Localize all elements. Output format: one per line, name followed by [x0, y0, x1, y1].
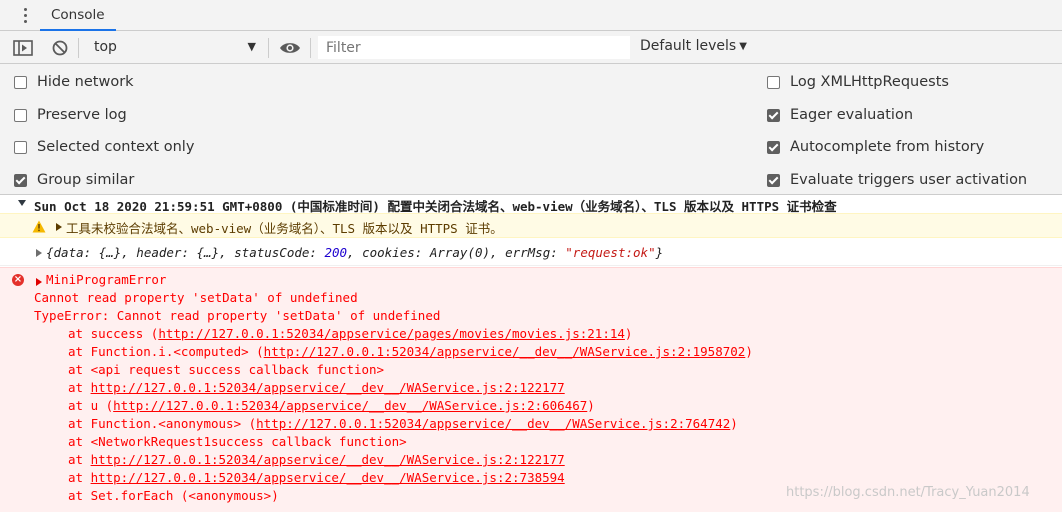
setting-label: Log XMLHttpRequests [790, 74, 949, 90]
stack-line: at http://127.0.0.1:52034/appservice/__d… [68, 380, 565, 395]
setting-label: Selected context only [37, 139, 195, 155]
console-settings-pane: Hide network Preserve log Selected conte… [0, 64, 1062, 195]
dropdown-arrow-icon: ▼ [247, 40, 256, 53]
stack-line: at success (http://127.0.0.1:52034/appse… [68, 326, 633, 341]
expand-arrow-icon[interactable] [56, 223, 62, 231]
log-levels-label: Default levels [640, 38, 737, 54]
context-selector[interactable]: top ▼ [86, 31, 264, 64]
setting-label: Hide network [37, 74, 134, 90]
context-value: top [94, 39, 117, 55]
error-icon: × [12, 274, 24, 286]
eye-icon[interactable] [276, 31, 304, 64]
console-messages: Sun Oct 18 2020 21:59:51 GMT+0800 (中国标准时… [0, 196, 1062, 512]
setting-label: Evaluate triggers user activation [790, 172, 1028, 188]
console-toolbar: top ▼ Default levels▼ [0, 31, 1062, 64]
filter-input[interactable] [318, 36, 630, 59]
source-link[interactable]: http://127.0.0.1:52034/appservice/pages/… [158, 326, 625, 341]
setting-label: Preserve log [37, 107, 127, 123]
toolbar-divider [268, 38, 269, 58]
stack-line: at Function.<anonymous> (http://127.0.0.… [68, 416, 738, 431]
source-link[interactable]: http://127.0.0.1:52034/appservice/__dev_… [91, 470, 565, 485]
more-options-icon[interactable] [18, 6, 34, 26]
warning-icon [32, 220, 46, 237]
object-preview-text: } [655, 245, 664, 260]
checkbox[interactable] [767, 108, 780, 122]
warning-message: 工具未校验合法域名、web-view（业务域名）、TLS 版本以及 HTTPS … [0, 213, 1062, 238]
clear-console-icon[interactable] [48, 31, 72, 64]
tab-console[interactable]: Console [40, 0, 116, 31]
setting-hide-network[interactable]: Hide network [14, 72, 134, 92]
stack-line: at http://127.0.0.1:52034/appservice/__d… [68, 452, 565, 467]
checkbox[interactable] [14, 173, 27, 187]
log-message-object: {data: {…}, header: {…}, statusCode: 200… [0, 239, 1062, 266]
setting-preserve-log[interactable]: Preserve log [14, 105, 127, 125]
console-group-header[interactable]: Sun Oct 18 2020 21:59:51 GMT+0800 (中国标准时… [0, 196, 1062, 214]
chevron-down-icon: ▼ [739, 41, 747, 52]
source-link[interactable]: http://127.0.0.1:52034/appservice/__dev_… [256, 416, 730, 431]
status-code-value: 200 [324, 245, 348, 260]
stack-line: at u (http://127.0.0.1:52034/appservice/… [68, 398, 595, 413]
object-preview-text: {data: {…}, header: {…}, statusCode: [46, 245, 325, 260]
setting-autocomplete-from-history[interactable]: Autocomplete from history [767, 137, 984, 157]
checkbox[interactable] [767, 140, 780, 154]
show-sidebar-icon[interactable] [10, 31, 36, 64]
toolbar-divider [78, 38, 79, 58]
stack-line: TypeError: Cannot read property 'setData… [34, 308, 441, 323]
setting-selected-context-only[interactable]: Selected context only [14, 137, 194, 157]
setting-label: Autocomplete from history [790, 139, 985, 155]
source-link[interactable]: http://127.0.0.1:52034/appservice/__dev_… [91, 452, 565, 467]
error-title[interactable]: MiniProgramError [46, 271, 166, 289]
object-preview-text: , cookies: Array(0), errMsg: [347, 245, 566, 260]
err-msg-value: "request:ok" [565, 245, 656, 260]
setting-label: Group similar [37, 172, 135, 188]
setting-group-similar[interactable]: Group similar [14, 170, 134, 190]
setting-log-xmlhttprequests[interactable]: Log XMLHttpRequests [767, 72, 949, 92]
setting-evaluate-triggers-user-activation[interactable]: Evaluate triggers user activation [767, 170, 1027, 190]
stack-line: at Function.i.<computed> (http://127.0.0… [68, 344, 753, 359]
checkbox[interactable] [767, 173, 780, 187]
checkbox[interactable] [14, 108, 27, 122]
error-message: × MiniProgramError Cannot read property … [0, 267, 1062, 512]
warning-text: 工具未校验合法域名、web-view（业务域名）、TLS 版本以及 HTTPS … [66, 221, 503, 236]
stack-line: at <api request success callback functio… [68, 362, 385, 377]
checkbox[interactable] [14, 75, 27, 89]
source-link[interactable]: http://127.0.0.1:52034/appservice/__dev_… [264, 344, 746, 359]
stack-line: Cannot read property 'setData' of undefi… [34, 290, 358, 305]
stack-line: at <NetworkRequest1success callback func… [68, 434, 407, 449]
stack-line: at Set.forEach (<anonymous>) [68, 488, 279, 503]
setting-eager-evaluation[interactable]: Eager evaluation [767, 105, 913, 125]
drawer-tabbar: Console [0, 0, 1062, 31]
expand-arrow-icon[interactable] [18, 200, 26, 206]
checkbox[interactable] [767, 75, 780, 89]
log-levels-dropdown[interactable]: Default levels ▼ [640, 38, 747, 54]
watermark: https://blog.csdn.net/Tracy_Yuan2014 [786, 485, 1030, 500]
expand-arrow-icon[interactable] [36, 278, 42, 286]
toolbar-divider [310, 38, 311, 58]
source-link[interactable]: http://127.0.0.1:52034/appservice/__dev_… [91, 380, 565, 395]
expand-arrow-icon[interactable] [36, 249, 42, 257]
object-preview[interactable]: {data: {…}, header: {…}, statusCode: 200… [46, 245, 663, 260]
stack-line: at http://127.0.0.1:52034/appservice/__d… [68, 470, 565, 485]
source-link[interactable]: http://127.0.0.1:52034/appservice/__dev_… [113, 398, 587, 413]
setting-label: Eager evaluation [790, 107, 914, 123]
checkbox[interactable] [14, 140, 27, 154]
